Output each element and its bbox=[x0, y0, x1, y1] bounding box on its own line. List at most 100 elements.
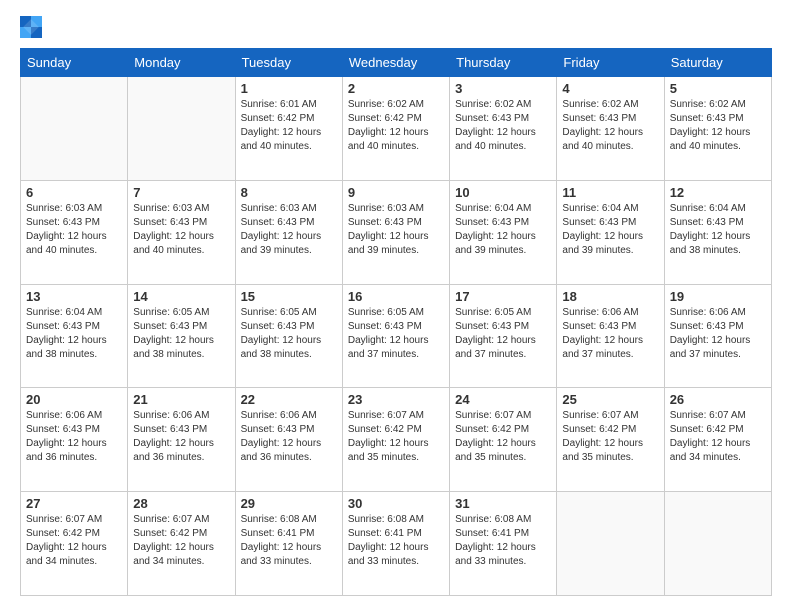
day-number: 24 bbox=[455, 392, 551, 407]
calendar-cell: 21 Sunrise: 6:06 AM Sunset: 6:43 PM Dayli… bbox=[128, 388, 235, 492]
calendar-cell: 11 Sunrise: 6:04 AM Sunset: 6:43 PM Dayli… bbox=[557, 180, 664, 284]
calendar-week-row: 6 Sunrise: 6:03 AM Sunset: 6:43 PM Daylig… bbox=[21, 180, 772, 284]
day-info: Sunrise: 6:04 AM Sunset: 6:43 PM Dayligh… bbox=[562, 202, 658, 258]
day-number: 28 bbox=[133, 496, 229, 511]
calendar-cell: 6 Sunrise: 6:03 AM Sunset: 6:43 PM Daylig… bbox=[21, 180, 128, 284]
day-info: Sunrise: 6:05 AM Sunset: 6:43 PM Dayligh… bbox=[133, 306, 229, 362]
calendar-cell bbox=[128, 77, 235, 181]
calendar-table: SundayMondayTuesdayWednesdayThursdayFrid… bbox=[20, 48, 772, 596]
day-info: Sunrise: 6:05 AM Sunset: 6:43 PM Dayligh… bbox=[455, 306, 551, 362]
day-info: Sunrise: 6:08 AM Sunset: 6:41 PM Dayligh… bbox=[348, 513, 444, 569]
calendar-cell: 12 Sunrise: 6:04 AM Sunset: 6:43 PM Dayli… bbox=[664, 180, 771, 284]
calendar-cell: 19Sunrise: 6:06 AM Sunset: 6:43 PM Dayli… bbox=[664, 284, 771, 388]
calendar-header-thursday: Thursday bbox=[450, 49, 557, 77]
day-info: Sunrise: 6:02 AM Sunset: 6:43 PM Dayligh… bbox=[455, 98, 551, 154]
day-info: Sunrise: 6:01 AM Sunset: 6:42 PM Dayligh… bbox=[241, 98, 337, 154]
calendar-cell: 14 Sunrise: 6:05 AM Sunset: 6:43 PM Dayli… bbox=[128, 284, 235, 388]
day-info: Sunrise: 6:06 AM Sunset: 6:43 PM Dayligh… bbox=[562, 306, 658, 362]
day-info: Sunrise: 6:04 AM Sunset: 6:43 PM Dayligh… bbox=[26, 306, 122, 362]
day-info: Sunrise: 6:07 AM Sunset: 6:42 PM Dayligh… bbox=[348, 409, 444, 465]
logo-icon bbox=[20, 16, 42, 38]
calendar-cell: 23 Sunrise: 6:07 AM Sunset: 6:42 PM Dayli… bbox=[342, 388, 449, 492]
logo bbox=[20, 16, 46, 38]
calendar-week-row: 27Sunrise: 6:07 AM Sunset: 6:42 PM Dayli… bbox=[21, 492, 772, 596]
day-number: 10 bbox=[455, 185, 551, 200]
calendar-cell bbox=[557, 492, 664, 596]
calendar-cell bbox=[664, 492, 771, 596]
day-number: 31 bbox=[455, 496, 551, 511]
day-info: Sunrise: 6:06 AM Sunset: 6:43 PM Dayligh… bbox=[133, 409, 229, 465]
day-info: Sunrise: 6:03 AM Sunset: 6:43 PM Dayligh… bbox=[241, 202, 337, 258]
calendar-header-monday: Monday bbox=[128, 49, 235, 77]
calendar-cell: 30 Sunrise: 6:08 AM Sunset: 6:41 PM Dayli… bbox=[342, 492, 449, 596]
day-info: Sunrise: 6:06 AM Sunset: 6:43 PM Dayligh… bbox=[241, 409, 337, 465]
calendar-cell: 13 Sunrise: 6:04 AM Sunset: 6:43 PM Dayli… bbox=[21, 284, 128, 388]
calendar-header-saturday: Saturday bbox=[664, 49, 771, 77]
day-number: 30 bbox=[348, 496, 444, 511]
day-info: Sunrise: 6:07 AM Sunset: 6:42 PM Dayligh… bbox=[455, 409, 551, 465]
day-info: Sunrise: 6:07 AM Sunset: 6:42 PM Dayligh… bbox=[562, 409, 658, 465]
calendar-cell: 27Sunrise: 6:07 AM Sunset: 6:42 PM Dayli… bbox=[21, 492, 128, 596]
day-number: 13 bbox=[26, 289, 122, 304]
day-number: 16 bbox=[348, 289, 444, 304]
day-info: Sunrise: 6:06 AM Sunset: 6:43 PM Dayligh… bbox=[26, 409, 122, 465]
day-number: 17 bbox=[455, 289, 551, 304]
day-info: Sunrise: 6:04 AM Sunset: 6:43 PM Dayligh… bbox=[670, 202, 766, 258]
page: SundayMondayTuesdayWednesdayThursdayFrid… bbox=[0, 0, 792, 612]
calendar-cell: 17 Sunrise: 6:05 AM Sunset: 6:43 PM Dayli… bbox=[450, 284, 557, 388]
calendar-cell: 1 Sunrise: 6:01 AM Sunset: 6:42 PM Daylig… bbox=[235, 77, 342, 181]
day-number: 29 bbox=[241, 496, 337, 511]
day-number: 11 bbox=[562, 185, 658, 200]
day-info: Sunrise: 6:05 AM Sunset: 6:43 PM Dayligh… bbox=[241, 306, 337, 362]
day-info: Sunrise: 6:05 AM Sunset: 6:43 PM Dayligh… bbox=[348, 306, 444, 362]
day-info: Sunrise: 6:06 AM Sunset: 6:43 PM Dayligh… bbox=[670, 306, 766, 362]
day-info: Sunrise: 6:02 AM Sunset: 6:43 PM Dayligh… bbox=[562, 98, 658, 154]
day-info: Sunrise: 6:03 AM Sunset: 6:43 PM Dayligh… bbox=[133, 202, 229, 258]
day-number: 15 bbox=[241, 289, 337, 304]
calendar-cell: 8 Sunrise: 6:03 AM Sunset: 6:43 PM Daylig… bbox=[235, 180, 342, 284]
day-number: 22 bbox=[241, 392, 337, 407]
header bbox=[20, 16, 772, 38]
day-info: Sunrise: 6:08 AM Sunset: 6:41 PM Dayligh… bbox=[455, 513, 551, 569]
calendar-header-tuesday: Tuesday bbox=[235, 49, 342, 77]
calendar-cell: 20 Sunrise: 6:06 AM Sunset: 6:43 PM Dayli… bbox=[21, 388, 128, 492]
calendar-cell: 18 Sunrise: 6:06 AM Sunset: 6:43 PM Dayli… bbox=[557, 284, 664, 388]
calendar-cell: 9Sunrise: 6:03 AM Sunset: 6:43 PM Daylig… bbox=[342, 180, 449, 284]
day-number: 6 bbox=[26, 185, 122, 200]
calendar-cell: 26Sunrise: 6:07 AM Sunset: 6:42 PM Dayli… bbox=[664, 388, 771, 492]
calendar-cell: 29 Sunrise: 6:08 AM Sunset: 6:41 PM Dayli… bbox=[235, 492, 342, 596]
calendar-week-row: 1 Sunrise: 6:01 AM Sunset: 6:42 PM Daylig… bbox=[21, 77, 772, 181]
calendar-header-row: SundayMondayTuesdayWednesdayThursdayFrid… bbox=[21, 49, 772, 77]
calendar-cell: 5 Sunrise: 6:02 AM Sunset: 6:43 PM Daylig… bbox=[664, 77, 771, 181]
calendar-cell: 3 Sunrise: 6:02 AM Sunset: 6:43 PM Daylig… bbox=[450, 77, 557, 181]
day-number: 18 bbox=[562, 289, 658, 304]
day-number: 4 bbox=[562, 81, 658, 96]
day-info: Sunrise: 6:07 AM Sunset: 6:42 PM Dayligh… bbox=[26, 513, 122, 569]
day-number: 20 bbox=[26, 392, 122, 407]
calendar-header-wednesday: Wednesday bbox=[342, 49, 449, 77]
day-info: Sunrise: 6:04 AM Sunset: 6:43 PM Dayligh… bbox=[455, 202, 551, 258]
day-info: Sunrise: 6:02 AM Sunset: 6:43 PM Dayligh… bbox=[670, 98, 766, 154]
day-number: 21 bbox=[133, 392, 229, 407]
day-number: 9 bbox=[348, 185, 444, 200]
day-info: Sunrise: 6:02 AM Sunset: 6:42 PM Dayligh… bbox=[348, 98, 444, 154]
day-number: 23 bbox=[348, 392, 444, 407]
calendar-cell: 22 Sunrise: 6:06 AM Sunset: 6:43 PM Dayli… bbox=[235, 388, 342, 492]
day-number: 12 bbox=[670, 185, 766, 200]
calendar-cell: 16 Sunrise: 6:05 AM Sunset: 6:43 PM Dayli… bbox=[342, 284, 449, 388]
day-number: 1 bbox=[241, 81, 337, 96]
day-number: 14 bbox=[133, 289, 229, 304]
day-info: Sunrise: 6:07 AM Sunset: 6:42 PM Dayligh… bbox=[133, 513, 229, 569]
calendar-cell: 24 Sunrise: 6:07 AM Sunset: 6:42 PM Dayli… bbox=[450, 388, 557, 492]
day-number: 8 bbox=[241, 185, 337, 200]
day-number: 2 bbox=[348, 81, 444, 96]
day-info: Sunrise: 6:03 AM Sunset: 6:43 PM Dayligh… bbox=[26, 202, 122, 258]
calendar-cell: 15 Sunrise: 6:05 AM Sunset: 6:43 PM Dayli… bbox=[235, 284, 342, 388]
day-number: 5 bbox=[670, 81, 766, 96]
calendar-cell bbox=[21, 77, 128, 181]
calendar-cell: 7 Sunrise: 6:03 AM Sunset: 6:43 PM Daylig… bbox=[128, 180, 235, 284]
day-number: 3 bbox=[455, 81, 551, 96]
day-info: Sunrise: 6:08 AM Sunset: 6:41 PM Dayligh… bbox=[241, 513, 337, 569]
calendar-cell: 4 Sunrise: 6:02 AM Sunset: 6:43 PM Daylig… bbox=[557, 77, 664, 181]
day-number: 7 bbox=[133, 185, 229, 200]
